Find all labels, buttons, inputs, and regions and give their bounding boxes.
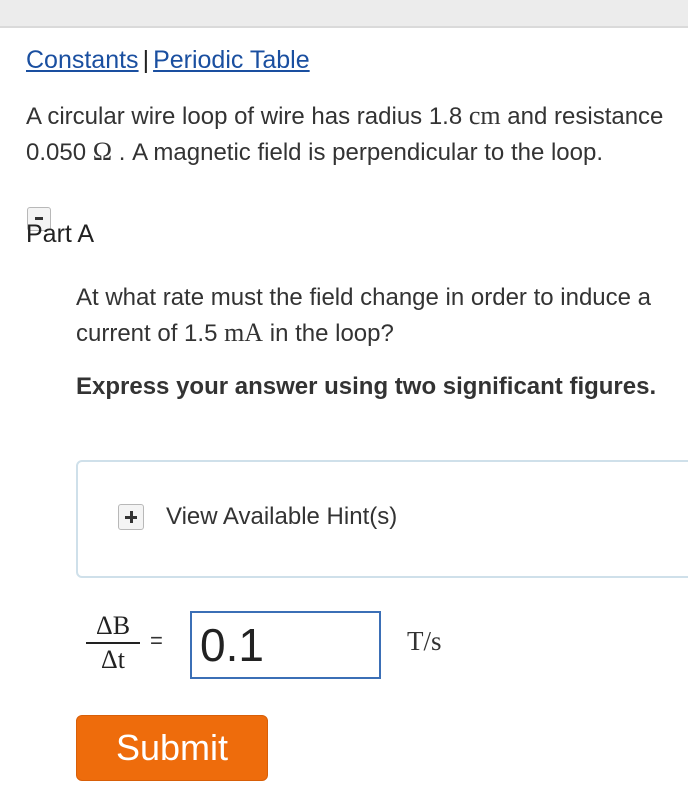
radius-unit: cm [468, 101, 501, 130]
current-unit: mA [224, 318, 264, 347]
fraction-denominator: Δt [101, 645, 125, 674]
constants-link[interactable]: Constants [26, 46, 139, 74]
fraction-bar [86, 642, 140, 644]
fraction-numerator: ΔB [95, 611, 131, 640]
part-title: Part A [26, 220, 95, 248]
resource-links: Constants | Periodic Table [26, 46, 310, 75]
equals-sign: = [150, 628, 163, 653]
submit-button[interactable]: Submit [76, 715, 268, 781]
answer-units: T/s [407, 626, 442, 656]
periodic-table-link[interactable]: Periodic Table [153, 46, 310, 74]
answer-input[interactable] [190, 611, 381, 679]
plus-icon[interactable] [118, 504, 144, 530]
answer-instruction: Express your answer using two significan… [76, 373, 657, 400]
problem-text-1: A circular wire loop of wire has radius … [26, 103, 469, 130]
problem-text-3: . A magnetic field is perpendicular to t… [112, 139, 604, 166]
link-separator: | [142, 46, 150, 74]
answer-variable-fraction: ΔB Δt [86, 612, 140, 674]
top-bar [0, 0, 688, 28]
resistance-unit: Ω [92, 137, 113, 166]
question-text-2: in the loop? [263, 320, 394, 347]
question-text: At what rate must the field change in or… [76, 280, 676, 351]
problem-statement: A circular wire loop of wire has radius … [26, 98, 686, 170]
hint-label[interactable]: View Available Hint(s) [166, 503, 397, 531]
view-hints-toggle[interactable]: View Available Hint(s) [118, 503, 397, 531]
